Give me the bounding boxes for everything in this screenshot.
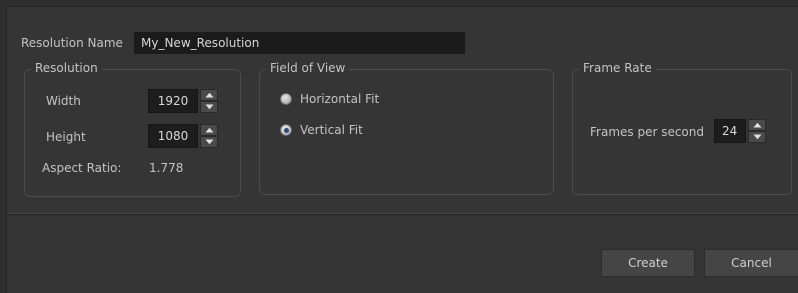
width-up-button[interactable] — [200, 89, 218, 101]
fps-value[interactable]: 24 — [714, 119, 746, 143]
arrow-down-icon — [205, 139, 213, 145]
width-down-button[interactable] — [200, 101, 218, 113]
arrow-down-icon — [753, 134, 761, 140]
height-spinbox: 1080 — [148, 124, 218, 148]
resolution-name-input[interactable] — [134, 32, 465, 54]
arrow-up-icon — [205, 92, 213, 98]
divider-shadow — [7, 214, 798, 215]
fps-up-button[interactable] — [748, 119, 766, 131]
frame-rate-title: Frame Rate — [579, 61, 656, 75]
vertical-fit-option[interactable]: Vertical Fit — [280, 123, 363, 137]
cancel-button[interactable]: Cancel — [704, 249, 798, 277]
height-label: Height — [46, 130, 86, 144]
height-up-button[interactable] — [200, 124, 218, 136]
width-value[interactable]: 1920 — [148, 89, 198, 113]
new-resolution-dialog: Resolution Name Resolution Width 1920 He… — [6, 6, 798, 293]
aspect-ratio-value: 1.778 — [149, 161, 184, 175]
width-spinbox: 1920 — [148, 89, 218, 113]
field-of-view-title: Field of View — [266, 61, 350, 75]
horizontal-fit-radio[interactable] — [280, 93, 292, 105]
height-down-button[interactable] — [200, 136, 218, 148]
fps-down-button[interactable] — [748, 131, 766, 143]
fps-spinbox: 24 — [714, 119, 766, 143]
arrow-down-icon — [205, 104, 213, 110]
resolution-group-title: Resolution — [31, 61, 102, 75]
arrow-up-icon — [205, 127, 213, 133]
height-value[interactable]: 1080 — [148, 124, 198, 148]
fps-label: Frames per second — [590, 125, 704, 139]
arrow-up-icon — [753, 122, 761, 128]
aspect-ratio-label: Aspect Ratio: — [42, 161, 122, 175]
horizontal-fit-option[interactable]: Horizontal Fit — [280, 92, 379, 106]
vertical-fit-radio[interactable] — [280, 124, 292, 136]
resolution-name-label: Resolution Name — [21, 36, 123, 50]
width-label: Width — [46, 94, 81, 108]
create-button[interactable]: Create — [601, 249, 695, 277]
horizontal-fit-label: Horizontal Fit — [300, 92, 380, 106]
vertical-fit-label: Vertical Fit — [300, 123, 363, 137]
